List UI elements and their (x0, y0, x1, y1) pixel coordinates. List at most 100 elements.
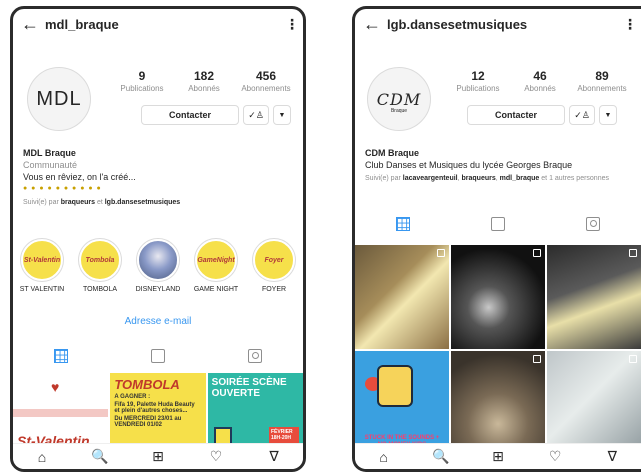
stat-label: Publications (120, 84, 164, 93)
bio-text: Vous en rêviez, on l'a créé... (23, 172, 136, 182)
posts-grid: STUCK IN THE SOUNDS + NO MONEY KIDS (355, 245, 641, 455)
home-icon[interactable]: ⌂ (374, 449, 394, 465)
stat-label: Abonnements (241, 84, 291, 93)
highlight-st-valentin[interactable]: St-Valentin ST VALENTIN (14, 239, 70, 293)
carousel-icon (437, 249, 445, 257)
left-phone-screen: ← mdl_braque ⋮ MDL 9 Publications 182 Ab… (10, 6, 306, 472)
grid-tab-icon[interactable] (395, 217, 410, 231)
highlight-label: FOYER (261, 286, 287, 293)
followed-prefix: Suivi(e) par (365, 175, 401, 182)
post-stage-photo[interactable] (451, 245, 545, 349)
highlight-cover-castle (137, 239, 179, 281)
suggestions-caret-icon[interactable]: ▼ (273, 105, 291, 125)
highlight-tombola[interactable]: Tombola TOMBOLA (72, 239, 128, 293)
stat-publications[interactable]: 12 Publications (447, 69, 509, 93)
add-post-icon[interactable]: ⊞ (488, 448, 508, 465)
more-options-icon[interactable]: ⋮ (285, 16, 299, 33)
tagged-tab-icon[interactable] (586, 217, 601, 231)
add-post-icon[interactable]: ⊞ (148, 448, 168, 465)
bottom-navigation: ⌂ 🔍 ⊞ ♡ ∇ (13, 443, 303, 469)
followed-more: et 1 autres personnes (541, 175, 609, 182)
igtv-tab-icon[interactable] (150, 349, 165, 363)
right-top-bar: ← lgb.dansesetmusiques ⋮ (355, 9, 641, 39)
profile-avatar[interactable]: CDM Braque (367, 67, 431, 131)
stat-label: Abonnements (577, 84, 627, 93)
back-arrow-icon[interactable]: ← (21, 14, 45, 35)
highlight-label: DISNEYLAND (135, 286, 181, 293)
followed-user[interactable]: mdl_braque (500, 175, 540, 182)
bottom-navigation: ⌂ 🔍 ⊞ ♡ ∇ (355, 443, 641, 469)
carousel-icon (629, 355, 637, 363)
post-tickets-photo[interactable] (355, 245, 449, 349)
bio-name: MDL Braque (23, 148, 76, 158)
home-icon[interactable]: ⌂ (32, 449, 52, 465)
stat-number: 89 (595, 69, 609, 83)
post-text: Du MERCREDI 23/01 au VENDREDI 01/02 (114, 416, 182, 428)
tagged-tab-icon[interactable] (247, 349, 262, 363)
contact-button[interactable]: Contacter (467, 105, 565, 125)
carousel-icon (533, 355, 541, 363)
highlight-game-night[interactable]: GameNight GAME NIGHT (188, 239, 244, 293)
highlight-cover: Tombola (79, 239, 121, 281)
highlight-label: ST VALENTIN (19, 286, 65, 293)
stat-label: Abonnés (524, 84, 556, 93)
carousel-icon (629, 249, 637, 257)
stat-following[interactable]: 89 Abonnements (571, 69, 633, 93)
bio-name: CDM Braque (365, 148, 420, 158)
search-icon[interactable]: 🔍 (431, 448, 451, 465)
profile-tabs (13, 349, 303, 363)
heart-icon[interactable]: ♡ (545, 448, 565, 465)
avatar-logo-text: CDM (376, 89, 422, 109)
post-title: TOMBOLA (114, 377, 180, 392)
poster-face-illustration (377, 365, 413, 407)
following-icon[interactable]: ✓♙ (243, 105, 269, 125)
send-icon[interactable]: ∇ (602, 448, 622, 465)
profile-action-buttons: Contacter ✓♙ ▼ (141, 105, 291, 125)
followed-prefix: Suivi(e) par (23, 199, 59, 206)
search-icon[interactable]: 🔍 (90, 448, 110, 465)
stat-followers[interactable]: 182 Abonnés (173, 69, 235, 93)
highlight-label: TOMBOLA (82, 286, 118, 293)
post-sheets-photo[interactable] (547, 351, 641, 455)
igtv-tab-icon[interactable] (490, 217, 505, 231)
stat-number: 456 (255, 69, 277, 83)
profile-bio: MDL Braque Communauté Vous en rêviez, on… (23, 147, 295, 209)
followed-user[interactable]: lacaveargenteuil (403, 175, 458, 182)
profile-avatar[interactable]: MDL (27, 67, 91, 131)
stat-following[interactable]: 456 Abonnements (235, 69, 297, 93)
followed-user[interactable]: lgb.dansesetmusiques (105, 199, 180, 206)
highlight-label: GAME NIGHT (193, 286, 239, 293)
followed-by-text[interactable]: Suivi(e) par braqueurs et lgb.dansesetmu… (23, 197, 295, 209)
back-arrow-icon[interactable]: ← (363, 14, 387, 35)
post-concert-poster[interactable]: STUCK IN THE SOUNDS + NO MONEY KIDS (355, 351, 449, 455)
left-top-bar: ← mdl_braque ⋮ (13, 9, 303, 39)
post-ticket-box-photo[interactable] (547, 245, 641, 349)
story-highlights: St-Valentin ST VALENTIN Tombola TOMBOLA … (13, 239, 303, 293)
highlight-foyer[interactable]: Foyer FOYER (246, 239, 302, 293)
post-concert-photo[interactable] (451, 351, 545, 455)
email-link[interactable]: Adresse e-mail (13, 316, 303, 327)
stat-followers[interactable]: 46 Abonnés (509, 69, 571, 93)
stat-number: 46 (533, 69, 547, 83)
post-date: FÉVRIER 18H-20H (271, 429, 293, 441)
profile-username: mdl_braque (45, 16, 119, 32)
followed-user[interactable]: braqueurs (61, 199, 95, 206)
post-text: A GAGNER : (114, 394, 151, 400)
contact-button[interactable]: Contacter (141, 105, 239, 125)
grid-tab-icon[interactable] (54, 349, 69, 363)
highlight-disneyland[interactable]: DISNEYLAND (130, 239, 186, 293)
heart-icon[interactable]: ♡ (206, 448, 226, 465)
post-title: SOIRÉE SCÈNE OUVERTE (211, 377, 287, 399)
stat-publications[interactable]: 9 Publications (111, 69, 173, 93)
profile-username: lgb.dansesetmusiques (387, 16, 528, 32)
more-options-icon[interactable]: ⋮ (623, 16, 637, 33)
followed-user[interactable]: braqueurs (462, 175, 496, 182)
post-text: Fifa 19, Palette Huda Beauty et plein d'… (114, 402, 195, 414)
suggestions-caret-icon[interactable]: ▼ (599, 105, 617, 125)
followed-by-text[interactable]: Suivi(e) par lacaveargenteuil, braqueurs… (365, 173, 633, 185)
highlight-cover: GameNight (195, 239, 237, 281)
right-phone-screen: ← lgb.dansesetmusiques ⋮ CDM Braque 12 P… (352, 6, 641, 472)
following-icon[interactable]: ✓♙ (569, 105, 595, 125)
send-icon[interactable]: ∇ (264, 448, 284, 465)
bio-category: Communauté (23, 160, 78, 170)
